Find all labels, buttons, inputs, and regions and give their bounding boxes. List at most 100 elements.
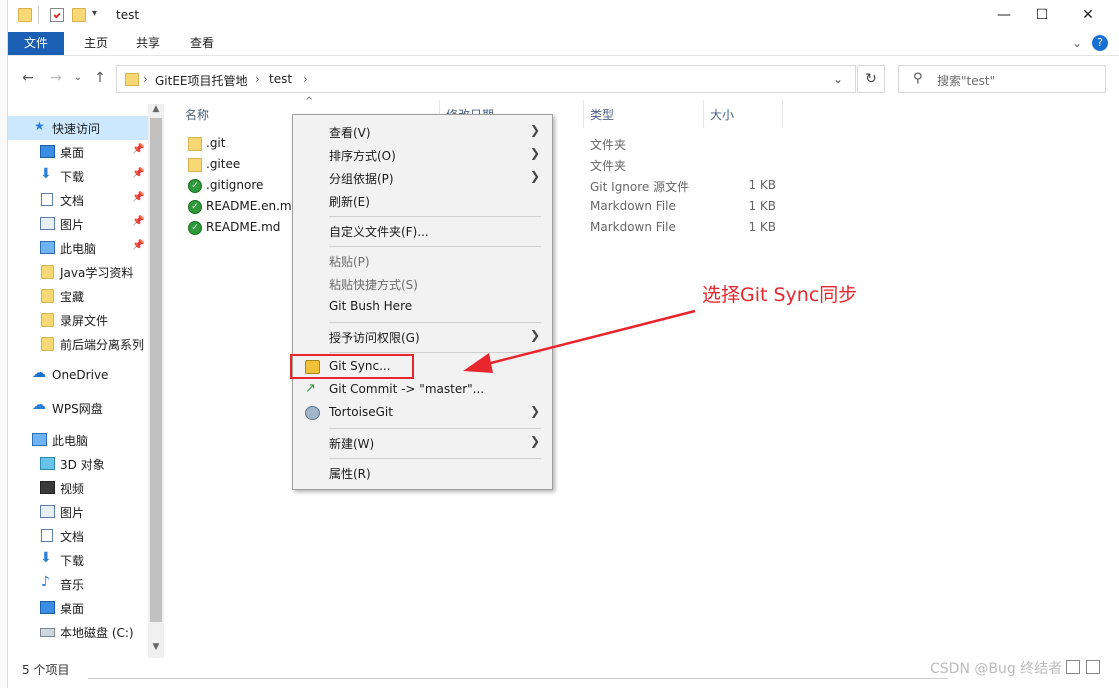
sidebar-item-documents[interactable]: 文档 📌 <box>8 188 148 212</box>
pin-icon: 📌 <box>132 168 145 179</box>
sidebar-item-downloads-pc[interactable]: ⬇ 下载 <box>8 548 148 572</box>
sidebar-item-label: Java学习资料 <box>60 266 134 280</box>
recent-locations-icon[interactable]: ⌄ <box>68 68 88 88</box>
sidebar-item-wps[interactable]: ☁ WPS网盘 <box>8 396 148 420</box>
annotation-arrow <box>463 309 696 373</box>
star-icon: ★ <box>34 119 45 133</box>
tab-view[interactable]: 查看 <box>176 32 228 55</box>
sidebar-item-music[interactable]: ♪ 音乐 <box>8 572 148 596</box>
cloud-icon: ☁ <box>32 397 46 413</box>
menu-item-properties[interactable]: 属性(R) <box>295 462 550 484</box>
ribbon-expand-icon[interactable]: ⌄ <box>1072 36 1082 50</box>
tab-share[interactable]: 共享 <box>122 32 174 55</box>
drive-icon <box>40 628 55 637</box>
sidebar-item-local-disk[interactable]: 本地磁盘 (C:) <box>8 620 148 644</box>
sidebar-item-downloads[interactable]: ⬇ 下载 📌 <box>8 164 148 188</box>
menu-separator <box>329 458 541 459</box>
sidebar-item-label: 录屏文件 <box>60 314 109 328</box>
close-icon[interactable]: ✕ <box>1065 0 1111 30</box>
sidebar-item-videos[interactable]: 视频 <box>8 476 148 500</box>
git-clean-icon: ✓ <box>188 200 202 214</box>
up-icon[interactable]: ↑ <box>90 68 110 88</box>
breadcrumb-gitee[interactable]: GitEE项目托管地 <box>155 72 248 89</box>
details-view-icon[interactable] <box>1066 660 1080 674</box>
column-header-name[interactable]: 名称 <box>185 106 209 123</box>
sidebar-item-frontend-backend[interactable]: 前后端分离系列 <box>8 332 148 356</box>
column-divider[interactable] <box>583 100 584 128</box>
annotation-text: 选择Git Sync同步 <box>702 284 858 306</box>
menu-item-paste[interactable]: 粘贴(P) <box>295 250 550 272</box>
column-divider[interactable] <box>703 100 704 128</box>
sidebar-item-desktop-pc[interactable]: 桌面 <box>8 596 148 620</box>
address-bar[interactable]: › GitEE项目托管地 › test › ⌄ <box>116 65 856 93</box>
chevron-right-icon: ❯ <box>529 123 540 137</box>
folder-icon <box>188 137 202 151</box>
sidebar-item-pictures-pc[interactable]: 图片 <box>8 500 148 524</box>
column-divider[interactable] <box>782 100 783 128</box>
background-window-edge <box>0 0 8 688</box>
search-input[interactable]: ⚲ 搜索"test" <box>898 65 1106 93</box>
sidebar-item-this-pc-pinned[interactable]: 此电脑 📌 <box>8 236 148 260</box>
menu-item-view[interactable]: 查看(V) ❯ <box>295 121 550 143</box>
pin-icon: 📌 <box>132 216 145 227</box>
git-folder-icon <box>41 337 54 351</box>
menu-item-new[interactable]: 新建(W) ❯ <box>295 432 550 454</box>
tab-file[interactable]: 文件 <box>8 32 64 55</box>
sidebar-item-label: 宝藏 <box>60 290 85 304</box>
quick-access-dropdown-icon[interactable]: ▾ <box>92 8 97 19</box>
folder-icon <box>41 313 54 327</box>
column-header-size[interactable]: 大小 <box>710 106 734 123</box>
tab-home[interactable]: 主页 <box>70 32 122 55</box>
scroll-up-icon[interactable]: ▲ <box>150 104 162 114</box>
sidebar-item-label: 下载 <box>60 554 85 568</box>
maximize-icon[interactable]: ☐ <box>1019 0 1065 30</box>
sidebar-item-label: 桌面 <box>60 602 85 616</box>
desktop-icon <box>40 601 55 614</box>
sidebar-item-label: 下载 <box>60 170 85 184</box>
download-icon: ⬇ <box>40 550 52 566</box>
breadcrumb-separator: › <box>303 72 308 86</box>
file-size: 1 KB <box>748 178 776 192</box>
menu-item-tortoisegit[interactable]: TortoiseGit ❯ <box>295 402 550 424</box>
nav-scrollbar-thumb[interactable] <box>150 118 162 622</box>
sidebar-item-pictures[interactable]: 图片 📌 <box>8 212 148 236</box>
sidebar-item-quick-access[interactable]: ★ 快速访问 <box>8 116 148 140</box>
menu-item-refresh[interactable]: 刷新(E) <box>295 190 550 212</box>
sidebar-item-desktop[interactable]: 桌面 📌 <box>8 140 148 164</box>
computer-icon <box>32 433 47 446</box>
column-header-type[interactable]: 类型 <box>590 106 614 123</box>
sidebar-item-label: 音乐 <box>60 578 85 592</box>
forward-icon[interactable]: → <box>46 68 66 88</box>
cube-icon <box>40 457 55 470</box>
tortoisegit-icon <box>305 406 320 420</box>
sidebar-item-recordings[interactable]: 录屏文件 <box>8 308 148 332</box>
sidebar-item-this-pc[interactable]: 此电脑 <box>8 428 148 452</box>
menu-item-paste-shortcut[interactable]: 粘贴快捷方式(S) <box>295 273 550 295</box>
refresh-button[interactable]: ↻ <box>857 65 885 93</box>
breadcrumb-test[interactable]: test <box>269 72 292 86</box>
sidebar-item-label: 视频 <box>60 482 85 496</box>
menu-item-customize[interactable]: 自定义文件夹(F)... <box>295 220 550 242</box>
large-icons-view-icon[interactable] <box>1086 660 1100 674</box>
sidebar-item-label: 文档 <box>60 194 85 208</box>
sidebar-item-3d-objects[interactable]: 3D 对象 <box>8 452 148 476</box>
sidebar-item-onedrive[interactable]: ☁ OneDrive <box>8 364 148 388</box>
pin-icon: 📌 <box>132 144 145 155</box>
help-icon[interactable]: ? <box>1092 35 1108 51</box>
new-folder-icon[interactable] <box>72 8 86 22</box>
background-window-edge <box>88 678 948 688</box>
back-icon[interactable]: ← <box>18 68 38 88</box>
menu-item-sort[interactable]: 排序方式(O) ❯ <box>295 144 550 166</box>
document-icon <box>41 193 53 206</box>
context-menu: 查看(V) ❯ 排序方式(O) ❯ 分组依据(P) ❯ 刷新(E) 自定义文件夹(F)… <box>292 114 553 490</box>
sidebar-item-documents-pc[interactable]: 文档 <box>8 524 148 548</box>
sidebar-item-treasure[interactable]: 宝藏 <box>8 284 148 308</box>
properties-icon[interactable] <box>50 8 64 22</box>
menu-item-git-commit[interactable]: ↗ Git Commit -> "master"... <box>295 379 550 401</box>
file-type: 文件夹 <box>590 138 627 152</box>
sidebar-item-java[interactable]: Java学习资料 <box>8 260 148 284</box>
picture-icon <box>40 217 55 230</box>
scroll-down-icon[interactable]: ▼ <box>150 642 162 652</box>
address-dropdown-icon[interactable]: ⌄ <box>833 72 843 86</box>
menu-item-group[interactable]: 分组依据(P) ❯ <box>295 167 550 189</box>
